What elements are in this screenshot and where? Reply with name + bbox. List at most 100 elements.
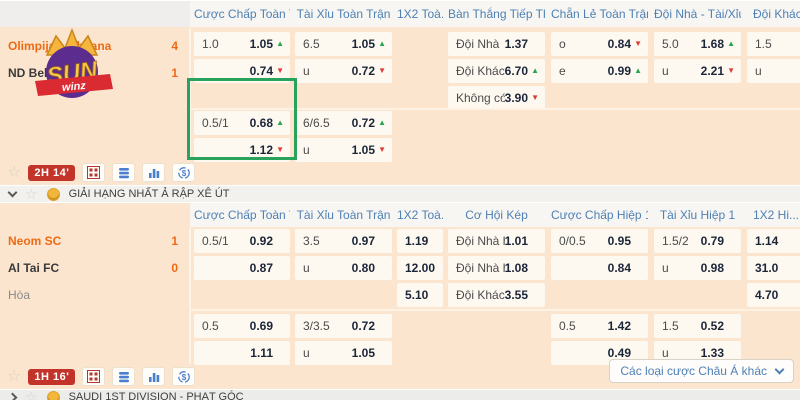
- keno-grid-icon[interactable]: [82, 163, 105, 182]
- odds-cell[interactable]: 5.10: [397, 283, 443, 307]
- odds-value: 0.92: [250, 234, 273, 248]
- line-label: 5.0: [662, 37, 701, 51]
- odds-cell[interactable]: 0.87: [194, 256, 290, 280]
- col-header-next-goal: Bàn Thắng Tiếp Th...: [448, 1, 545, 27]
- cashout-icon[interactable]: $: [172, 367, 195, 386]
- keno-grid-icon[interactable]: [82, 367, 105, 386]
- odds-cell[interactable]: 1.5/20.79: [654, 229, 741, 253]
- odds-cell[interactable]: 0.51.42: [551, 314, 648, 338]
- odds-cell[interactable]: 5.01.68: [654, 32, 741, 56]
- trend-icon: [273, 40, 284, 48]
- favorite-star-icon[interactable]: ☆: [25, 390, 38, 400]
- line-label: 1.5/2: [662, 234, 701, 248]
- bet-types-stack-icon[interactable]: [112, 163, 135, 182]
- odds-cell[interactable]: 1.12: [194, 138, 290, 162]
- odds-value: 0.72: [352, 64, 375, 78]
- odds-cell[interactable]: u0.98: [654, 256, 741, 280]
- match1-time-badge: 2H 14': [28, 165, 75, 181]
- odds-cell[interactable]: u0.80: [295, 256, 392, 280]
- odds-cell[interactable]: Đội Nhà h...1.01: [448, 229, 545, 253]
- odds-value: 0.84: [608, 261, 631, 275]
- odds-cell[interactable]: e0.99: [551, 59, 648, 83]
- odds-header-row-1: Cược Chấp Toàn T... Tài Xỉu Toàn Trận 1X…: [0, 1, 800, 27]
- odds-value: 0.52: [701, 319, 724, 333]
- odds-cell[interactable]: 0.50.69: [194, 314, 290, 338]
- odds-cell[interactable]: u1.05: [295, 341, 392, 365]
- odds-value: 1.05: [352, 37, 375, 51]
- line-label: e: [559, 64, 608, 78]
- trend-icon: [273, 67, 284, 75]
- expand-chevron-icon[interactable]: [8, 392, 18, 400]
- odds-value: 2.21: [701, 64, 724, 78]
- odds-cell[interactable]: 1.5: [747, 32, 800, 56]
- statistics-chart-icon[interactable]: [142, 367, 165, 386]
- odds-cell[interactable]: u: [747, 59, 800, 83]
- line-label: Đội Nhà h...: [456, 234, 505, 248]
- odds-value: 0.84: [608, 37, 631, 51]
- odds-cell[interactable]: 0.84: [551, 256, 648, 280]
- odds-cell[interactable]: u2.21: [654, 59, 741, 83]
- col-header-handicap-h1: Cược Chấp Hiệp 1: [551, 203, 648, 227]
- trend-icon: [631, 67, 642, 75]
- odds-cell[interactable]: Đội Nhà h...1.08: [448, 256, 545, 280]
- panel-divider: [189, 228, 191, 364]
- odds-cell[interactable]: 12.00: [397, 256, 443, 280]
- odds-cell[interactable]: 6.51.05: [295, 32, 392, 56]
- odds-cell[interactable]: 3.50.97: [295, 229, 392, 253]
- odds-cell[interactable]: o0.84: [551, 32, 648, 56]
- col-header-1x2-ft: 1X2 Toà...: [397, 203, 443, 227]
- odds-value: 12.00: [405, 261, 435, 275]
- dropdown-label: Các loại cược Châu Á khác: [620, 364, 767, 378]
- line-label: 3.5: [303, 234, 352, 248]
- col-header-total-ft: Tài Xỉu Toàn Trận: [295, 203, 392, 227]
- line-label: u: [755, 64, 800, 78]
- odds-cell[interactable]: u0.72: [295, 59, 392, 83]
- odds-cell[interactable]: u1.05: [295, 138, 392, 162]
- line-label: Không có: [456, 91, 505, 105]
- odds-cell[interactable]: 0.5/10.68: [194, 111, 290, 135]
- other-asian-bets-dropdown[interactable]: Các loại cược Châu Á khác: [609, 359, 794, 383]
- odds-cell[interactable]: Đội Khách...3.55: [448, 283, 545, 307]
- favorite-star-icon[interactable]: ☆: [25, 187, 38, 201]
- col-header-1x2-ft: 1X2 Toà...: [397, 1, 443, 27]
- match2-toolbar: ☆ 1H 16' $: [7, 366, 195, 387]
- odds-cell[interactable]: 1.19: [397, 229, 443, 253]
- line-label: 1.0: [202, 37, 250, 51]
- odds-cell[interactable]: 1.01.05: [194, 32, 290, 56]
- line-block-divider: [190, 108, 800, 110]
- collapse-chevron-icon[interactable]: [8, 187, 18, 197]
- odds-cell[interactable]: 1.50.52: [654, 314, 741, 338]
- statistics-chart-icon[interactable]: [142, 163, 165, 182]
- favorite-star-icon[interactable]: ☆: [7, 165, 21, 181]
- odds-cell[interactable]: Đội Nhà1.37: [448, 32, 545, 56]
- odds-cell[interactable]: 4.70: [747, 283, 800, 307]
- odds-value: 1.05: [250, 37, 273, 51]
- line-label: u: [303, 143, 352, 157]
- match2-time-badge: 1H 16': [28, 369, 75, 385]
- odds-value: 1.05: [352, 143, 375, 157]
- odds-cell[interactable]: 0.5/10.92: [194, 229, 290, 253]
- line-label: o: [559, 37, 608, 51]
- odds-cell[interactable]: 6/6.50.72: [295, 111, 392, 135]
- odds-cell[interactable]: 1.14: [747, 229, 800, 253]
- league-header-saudi-div1[interactable]: ☆ GIẢI HẠNG NHẤT Ả RẬP XÊ ÚT: [0, 185, 800, 203]
- odds-value: 1.08: [505, 261, 528, 275]
- cashout-icon[interactable]: $: [172, 163, 195, 182]
- bet-types-stack-icon[interactable]: [112, 367, 135, 386]
- league-header-saudi-corners[interactable]: ☆ SAUDI 1ST DIVISION - PHẠT GÓC: [0, 389, 800, 400]
- odds-cell[interactable]: Không có3.90: [448, 86, 545, 110]
- line-label: 6/6.5: [303, 116, 352, 130]
- odds-cell[interactable]: 0/0.50.95: [551, 229, 648, 253]
- odds-cell[interactable]: Đội Khách6.70: [448, 59, 545, 83]
- header-left-spacer: [0, 1, 190, 27]
- favorite-star-icon[interactable]: ☆: [7, 369, 21, 385]
- odds-value: 1.05: [352, 346, 375, 360]
- odds-cell[interactable]: 0.74: [194, 59, 290, 83]
- odds-cell[interactable]: 3/3.50.72: [295, 314, 392, 338]
- col-header-1x2-h1: 1X2 Hi...: [747, 203, 800, 227]
- line-label: 0.5/1: [202, 234, 250, 248]
- odds-cell[interactable]: 1.11: [194, 341, 290, 365]
- col-header-total-h1: Tài Xỉu Hiệp 1: [654, 203, 741, 227]
- odds-value: 1.01: [505, 234, 528, 248]
- odds-cell[interactable]: 31.0: [747, 256, 800, 280]
